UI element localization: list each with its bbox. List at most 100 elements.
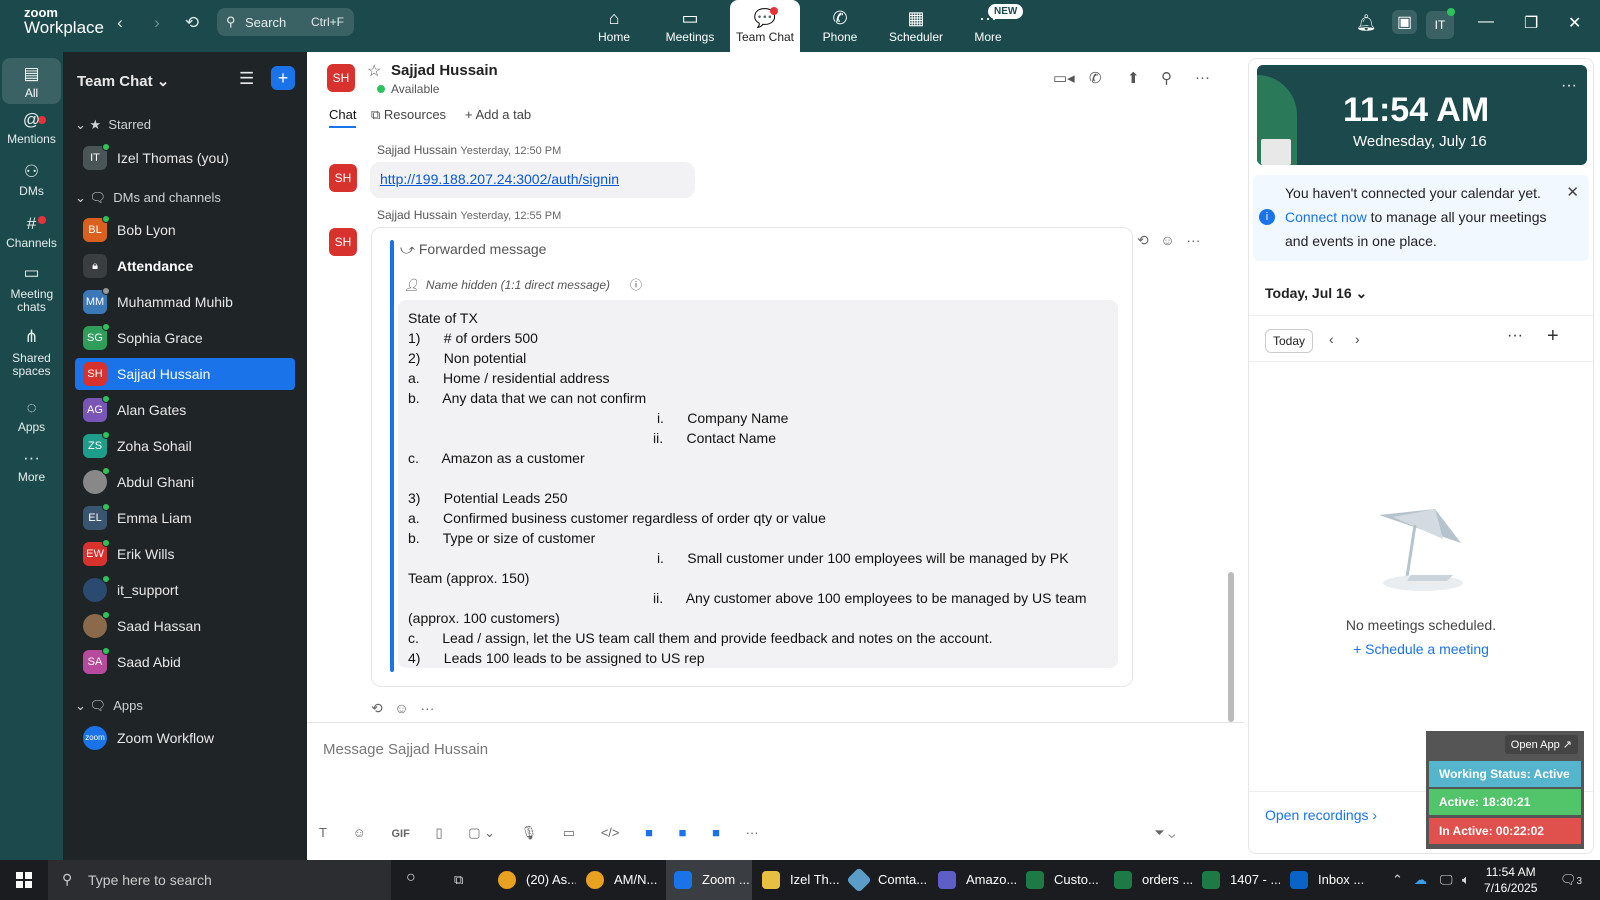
- taskbar-app-excel-1[interactable]: Custo...: [1018, 860, 1104, 900]
- taskbar-app-excel-3[interactable]: 1407 - ...: [1194, 860, 1280, 900]
- rail-apps[interactable]: ◌ Apps: [2, 398, 61, 434]
- section-starred[interactable]: ⌄ ★ Starred: [75, 117, 151, 133]
- sidebar-item-izel-thomas[interactable]: IT Izel Thomas (you): [75, 142, 295, 174]
- avatar[interactable]: SH: [329, 164, 357, 192]
- sidebar-item-muhammad-muhib[interactable]: MM Muhammad Muhib: [75, 286, 295, 318]
- sidebar-item-abdul-ghani[interactable]: Abdul Ghani: [75, 466, 295, 498]
- taskbar-app-chrome-2[interactable]: AM/N...: [578, 860, 664, 900]
- close-window-icon[interactable]: ✕: [1568, 13, 1581, 33]
- sidebar-item-bob-lyon[interactable]: BL Bob Lyon: [75, 214, 295, 246]
- sidebar-item-zoha-sohail[interactable]: ZS Zoha Sohail: [75, 430, 295, 462]
- sidebar-item-saad-hassan[interactable]: Saad Hassan: [75, 610, 295, 642]
- file-icon[interactable]: ▯: [435, 825, 442, 841]
- day-selector[interactable]: Today, Jul 16 ⌄: [1265, 285, 1367, 302]
- emoji-icon[interactable]: ☺: [1160, 232, 1174, 248]
- sidebar-item-sajjad-hussain[interactable]: SH Sajjad Hussain: [75, 358, 295, 390]
- notification-icon[interactable]: 🗨︎3: [1560, 872, 1582, 888]
- nav-team-chat[interactable]: 💬 Team Chat: [730, 0, 800, 52]
- bell-icon[interactable]: 🔔︎: [1356, 13, 1376, 33]
- scrollbar[interactable]: [1228, 572, 1234, 722]
- new-chat-button[interactable]: +: [271, 66, 295, 90]
- chat-title[interactable]: Sajjad Hussain: [391, 62, 498, 79]
- phone-icon[interactable]: ✆: [1089, 69, 1102, 87]
- taskbar-app-outlook[interactable]: Inbox ...: [1282, 860, 1368, 900]
- nav-phone[interactable]: ✆ Phone: [805, 0, 875, 52]
- search-icon[interactable]: ⚲: [1161, 69, 1172, 87]
- tab-chat[interactable]: Chat: [329, 107, 357, 128]
- restore-icon[interactable]: ❐: [1524, 13, 1538, 33]
- task-view-icon[interactable]: ⧉: [454, 872, 463, 888]
- app-icon[interactable]: ■: [679, 825, 687, 840]
- open-app-button[interactable]: Open App ↗: [1504, 735, 1578, 754]
- sidebar-item-erik-wills[interactable]: EW Erik Wills: [75, 538, 295, 570]
- minimize-icon[interactable]: —: [1478, 13, 1494, 31]
- sidebar-item-sophia-grace[interactable]: SG Sophia Grace: [75, 322, 295, 354]
- sidebar-item-saad-abid[interactable]: SA Saad Abid: [75, 646, 295, 678]
- more-dots-icon[interactable]: ···: [1561, 77, 1577, 95]
- network-icon[interactable]: 🖵︎: [1440, 872, 1453, 888]
- text-format-icon[interactable]: T: [319, 825, 327, 840]
- star-icon[interactable]: ☆: [367, 61, 381, 81]
- sidebar-item-it-support[interactable]: it_support: [75, 574, 295, 606]
- history-icon[interactable]: ⟲: [180, 13, 204, 33]
- avatar[interactable]: SH: [327, 64, 355, 92]
- video-message-icon[interactable]: ▭: [563, 825, 575, 841]
- rail-channels[interactable]: # Channels: [2, 214, 61, 250]
- reply-icon[interactable]: ⟲: [371, 700, 383, 716]
- taskbar-app-teams[interactable]: Amazo...: [930, 860, 1016, 900]
- sidebar-item-attendance[interactable]: 🔒︎ Attendance: [75, 250, 295, 282]
- tab-resources[interactable]: ⧉ Resources: [371, 107, 446, 123]
- rail-more[interactable]: ··· More: [2, 448, 61, 484]
- chevron-left-icon[interactable]: ‹: [1329, 331, 1334, 347]
- send-options-icon[interactable]: ⏷ ⌄: [1154, 825, 1175, 841]
- emoji-icon[interactable]: ☺: [394, 700, 408, 716]
- back-arrow-icon[interactable]: ‹: [108, 13, 132, 33]
- sidebar-item-emma-liam[interactable]: EL Emma Liam: [75, 502, 295, 534]
- tab-add[interactable]: + Add a tab: [465, 107, 531, 122]
- gift-icon[interactable]: ▣: [1392, 10, 1418, 34]
- section-dms[interactable]: ⌄ 🗨︎ DMs and channels: [75, 190, 221, 206]
- taskbar-app-comta[interactable]: Comta...: [842, 860, 928, 900]
- chevron-up-icon[interactable]: ⌃: [1392, 872, 1403, 888]
- more-dots-icon[interactable]: ···: [746, 825, 759, 840]
- forward-arrow-icon[interactable]: ›: [145, 13, 169, 33]
- connect-now-link[interactable]: Connect now: [1285, 209, 1367, 225]
- app-icon[interactable]: ■: [712, 825, 720, 840]
- emoji-icon[interactable]: ☺: [353, 825, 366, 840]
- rail-meeting-chats[interactable]: ▭ Meeting chats: [2, 264, 61, 314]
- more-dots-icon[interactable]: ···: [420, 700, 434, 716]
- app-icon[interactable]: ■: [645, 825, 653, 840]
- sidebar-item-zoom-workflow[interactable]: zoom Zoom Workflow: [75, 722, 295, 754]
- onedrive-icon[interactable]: ☁: [1414, 872, 1427, 888]
- taskbar-clock[interactable]: 11:54 AM 7/16/2025: [1484, 864, 1537, 896]
- message-composer[interactable]: Message Sajjad Hussain T ☺ GIF ▯ ▢ ⌄ 🎙︎ …: [307, 722, 1244, 860]
- more-dots-icon[interactable]: ···: [1507, 327, 1523, 345]
- code-icon[interactable]: </>: [601, 825, 620, 840]
- today-button[interactable]: Today: [1265, 329, 1313, 353]
- rail-dms[interactable]: ⚇ DMs: [2, 162, 61, 198]
- taskbar-app-zoom[interactable]: Zoom ...: [666, 860, 752, 900]
- open-recordings-link[interactable]: Open recordings ›: [1265, 807, 1377, 823]
- nav-scheduler[interactable]: ▦ Scheduler: [878, 0, 954, 52]
- sidebar-item-alan-gates[interactable]: AG Alan Gates: [75, 394, 295, 426]
- screenshot-icon[interactable]: ▢ ⌄: [468, 825, 495, 841]
- more-dots-icon[interactable]: ···: [1186, 232, 1200, 248]
- taskbar-search-input[interactable]: ⚲ Type here to search: [48, 860, 391, 900]
- gif-button[interactable]: GIF: [391, 828, 409, 840]
- nav-home[interactable]: ⌂ Home: [578, 0, 650, 52]
- filter-icon[interactable]: ☰: [239, 69, 254, 89]
- add-icon[interactable]: +: [1547, 325, 1559, 348]
- taskbar-app-excel-2[interactable]: orders ...: [1106, 860, 1192, 900]
- taskbar-app-explorer[interactable]: Izel Th...: [754, 860, 840, 900]
- search-input[interactable]: ⚲ Search Ctrl+F: [217, 8, 354, 36]
- rail-mentions[interactable]: @ Mentions: [2, 110, 61, 146]
- sidebar-title[interactable]: Team Chat ⌄: [77, 72, 169, 90]
- schedule-meeting-link[interactable]: + Schedule a meeting: [1249, 641, 1593, 657]
- rail-all[interactable]: ▤ All: [2, 58, 61, 104]
- microphone-icon[interactable]: 🎙︎: [521, 825, 538, 841]
- nav-meetings[interactable]: ▭ Meetings: [652, 0, 728, 52]
- chevron-right-icon[interactable]: ›: [1355, 331, 1360, 347]
- avatar[interactable]: SH: [329, 228, 357, 256]
- cortana-icon[interactable]: ○: [406, 869, 416, 887]
- close-icon[interactable]: ✕: [1566, 181, 1579, 205]
